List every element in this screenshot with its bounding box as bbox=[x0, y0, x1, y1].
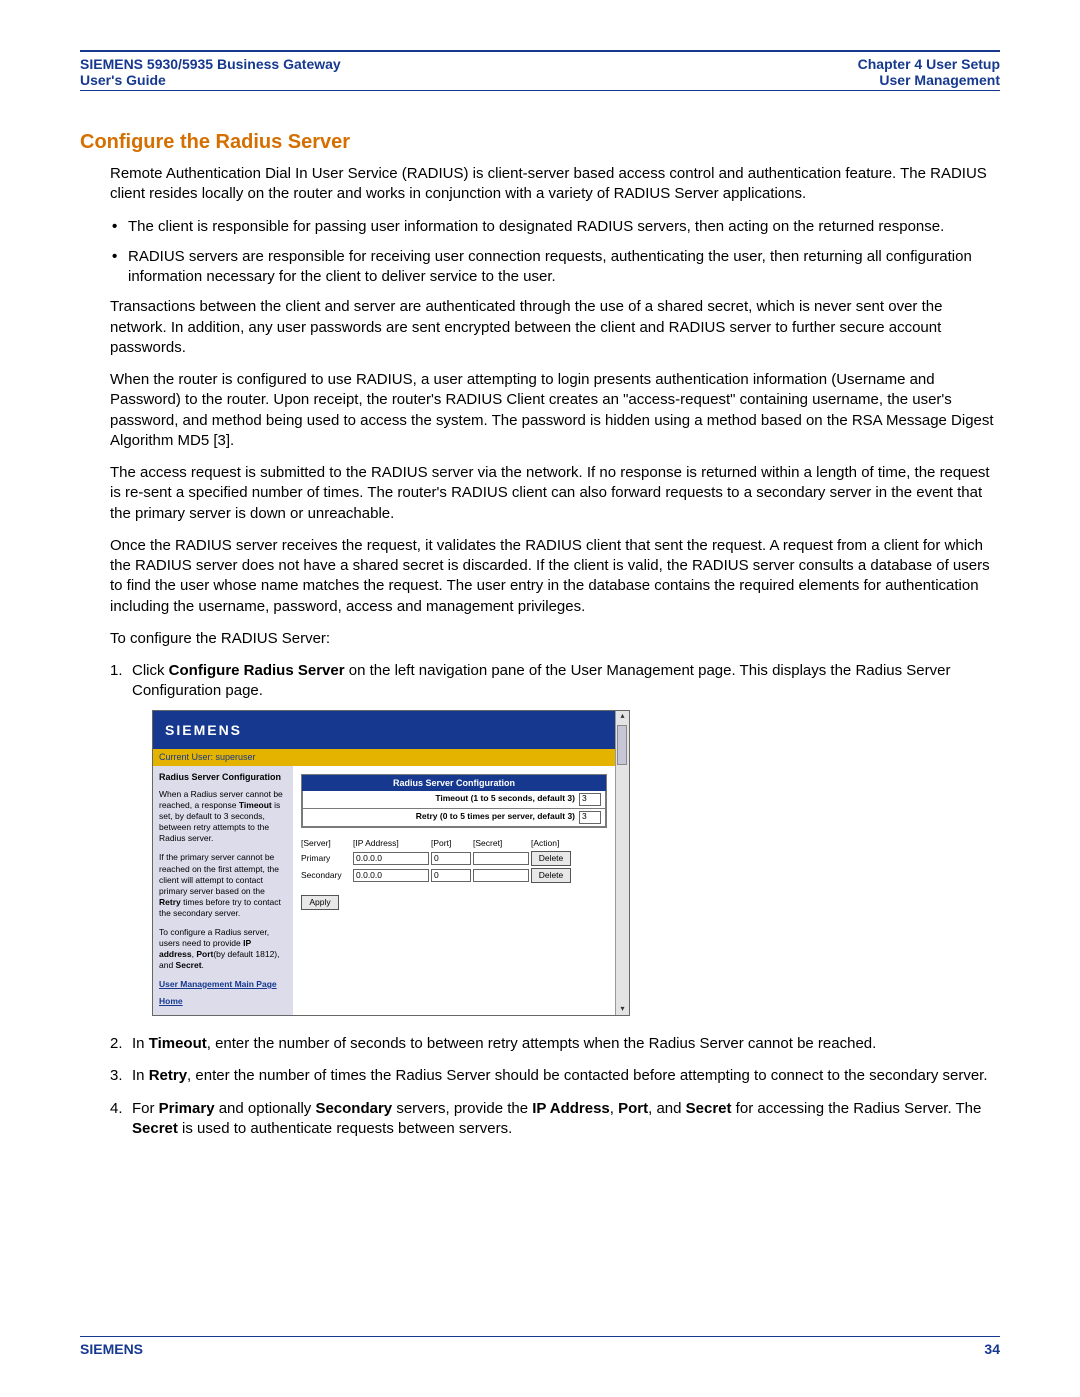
body-paragraph: Once the RADIUS server receives the requ… bbox=[110, 536, 1000, 617]
col-server: [Server] bbox=[301, 838, 351, 849]
footer-page-number: 34 bbox=[984, 1341, 1000, 1357]
sidebar: Radius Server Configuration When a Radiu… bbox=[153, 766, 293, 1015]
secret-input[interactable] bbox=[473, 852, 529, 865]
scroll-down-icon[interactable]: ▾ bbox=[617, 1003, 629, 1015]
page-footer: SIEMENS 34 bbox=[80, 1336, 1000, 1357]
server-name: Secondary bbox=[301, 870, 351, 881]
current-user-bar: Current User: superuser bbox=[153, 749, 615, 765]
table-row: Secondary 0.0.0.0 0 Delete bbox=[301, 868, 607, 883]
secret-input[interactable] bbox=[473, 869, 529, 882]
header-section: User Management bbox=[858, 72, 1000, 88]
embedded-screenshot: SIEMENS Current User: superuser Radius S… bbox=[152, 710, 630, 1017]
footer-brand: SIEMENS bbox=[80, 1341, 143, 1357]
col-secret: [Secret] bbox=[473, 838, 529, 849]
col-action: [Action] bbox=[531, 838, 571, 849]
retry-input[interactable]: 3 bbox=[579, 811, 601, 824]
bullet-item: The client is responsible for passing us… bbox=[110, 217, 1000, 237]
config-panel-title: Radius Server Configuration bbox=[302, 775, 606, 791]
col-ip: [IP Address] bbox=[353, 838, 429, 849]
header-chapter: Chapter 4 User Setup bbox=[858, 56, 1000, 72]
col-port: [Port] bbox=[431, 838, 471, 849]
server-name: Primary bbox=[301, 853, 351, 864]
body-paragraph: When the router is configured to use RAD… bbox=[110, 370, 1000, 451]
scroll-up-icon[interactable]: ▴ bbox=[617, 711, 629, 723]
bullet-item: RADIUS servers are responsible for recei… bbox=[110, 247, 1000, 288]
header-product: SIEMENS 5930/5935 Business Gateway bbox=[80, 56, 341, 72]
retry-label: Retry (0 to 5 times per server, default … bbox=[307, 811, 575, 822]
sidebar-title: Radius Server Configuration bbox=[159, 772, 287, 784]
sidebar-link-home[interactable]: Home bbox=[159, 996, 287, 1007]
apply-button[interactable]: Apply bbox=[301, 895, 339, 910]
timeout-input[interactable]: 3 bbox=[579, 793, 601, 806]
section-title: Configure the Radius Server bbox=[80, 131, 1000, 154]
delete-button[interactable]: Delete bbox=[531, 851, 571, 866]
server-table: [Server] [IP Address] [Port] [Secret] [A… bbox=[301, 838, 607, 883]
step-item: Click Configure Radius Server on the lef… bbox=[110, 661, 1000, 1016]
brand-banner: SIEMENS bbox=[153, 711, 615, 750]
port-input[interactable]: 0 bbox=[431, 869, 471, 882]
intro-paragraph: Remote Authentication Dial In User Servi… bbox=[110, 164, 1000, 205]
timeout-label: Timeout (1 to 5 seconds, default 3) bbox=[307, 793, 575, 804]
ip-input[interactable]: 0.0.0.0 bbox=[353, 869, 429, 882]
table-row: Primary 0.0.0.0 0 Delete bbox=[301, 851, 607, 866]
step-item: For Primary and optionally Secondary ser… bbox=[110, 1099, 1000, 1140]
step-item: In Timeout, enter the number of seconds … bbox=[110, 1034, 1000, 1054]
ip-input[interactable]: 0.0.0.0 bbox=[353, 852, 429, 865]
header-guide: User's Guide bbox=[80, 72, 341, 88]
port-input[interactable]: 0 bbox=[431, 852, 471, 865]
step-item: In Retry, enter the number of times the … bbox=[110, 1066, 1000, 1086]
delete-button[interactable]: Delete bbox=[531, 868, 571, 883]
body-paragraph: The access request is submitted to the R… bbox=[110, 463, 1000, 524]
scroll-thumb[interactable] bbox=[617, 725, 627, 765]
body-paragraph: Transactions between the client and serv… bbox=[110, 297, 1000, 358]
scrollbar[interactable]: ▴ ▾ bbox=[615, 711, 629, 1016]
page-header: SIEMENS 5930/5935 Business Gateway User'… bbox=[80, 52, 1000, 90]
body-paragraph: To configure the RADIUS Server: bbox=[110, 629, 1000, 649]
sidebar-link-main[interactable]: User Management Main Page bbox=[159, 979, 287, 990]
